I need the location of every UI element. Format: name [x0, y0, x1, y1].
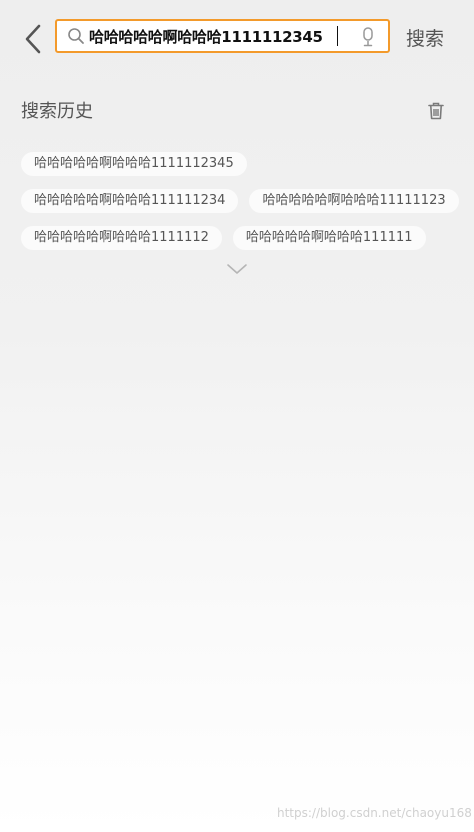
search-box[interactable] [55, 19, 390, 53]
trash-icon[interactable] [426, 100, 446, 122]
history-tag[interactable]: 哈哈哈哈哈啊哈哈哈1111112 [21, 226, 222, 250]
search-toolbar: 搜索 [0, 0, 474, 78]
search-screen: 搜索 搜索历史 哈哈哈哈哈啊哈哈哈1111112345 哈哈哈哈哈啊哈哈哈111… [0, 0, 474, 832]
watermark: https://blog.csdn.net/chaoyu168 [277, 806, 472, 820]
history-tag[interactable]: 哈哈哈哈哈啊哈哈哈111111 [232, 226, 426, 250]
microphone-icon[interactable] [358, 26, 378, 48]
history-row: 哈哈哈哈哈啊哈哈哈1111112345 [21, 152, 451, 176]
history-row: 哈哈哈哈哈啊哈哈哈1111112 哈哈哈哈哈啊哈哈哈111111 [21, 226, 451, 250]
search-input[interactable] [87, 22, 339, 50]
search-icon [65, 25, 87, 47]
search-button[interactable]: 搜索 [406, 26, 444, 52]
history-tags: 哈哈哈哈哈啊哈哈哈1111112345 哈哈哈哈哈啊哈哈哈111111234 哈… [21, 152, 459, 263]
history-tag[interactable]: 哈哈哈哈哈啊哈哈哈11111123 [249, 189, 459, 213]
history-row: 哈哈哈哈哈啊哈哈哈111111234 哈哈哈哈哈啊哈哈哈11111123 [21, 189, 459, 213]
text-cursor [337, 26, 338, 46]
chevron-down-icon[interactable] [226, 262, 248, 276]
chevron-left-icon [25, 24, 41, 54]
history-tag[interactable]: 哈哈哈哈哈啊哈哈哈111111234 [21, 189, 239, 213]
history-title: 搜索历史 [21, 101, 93, 122]
back-button[interactable] [16, 22, 50, 56]
history-tag[interactable]: 哈哈哈哈哈啊哈哈哈1111112345 [21, 152, 247, 176]
